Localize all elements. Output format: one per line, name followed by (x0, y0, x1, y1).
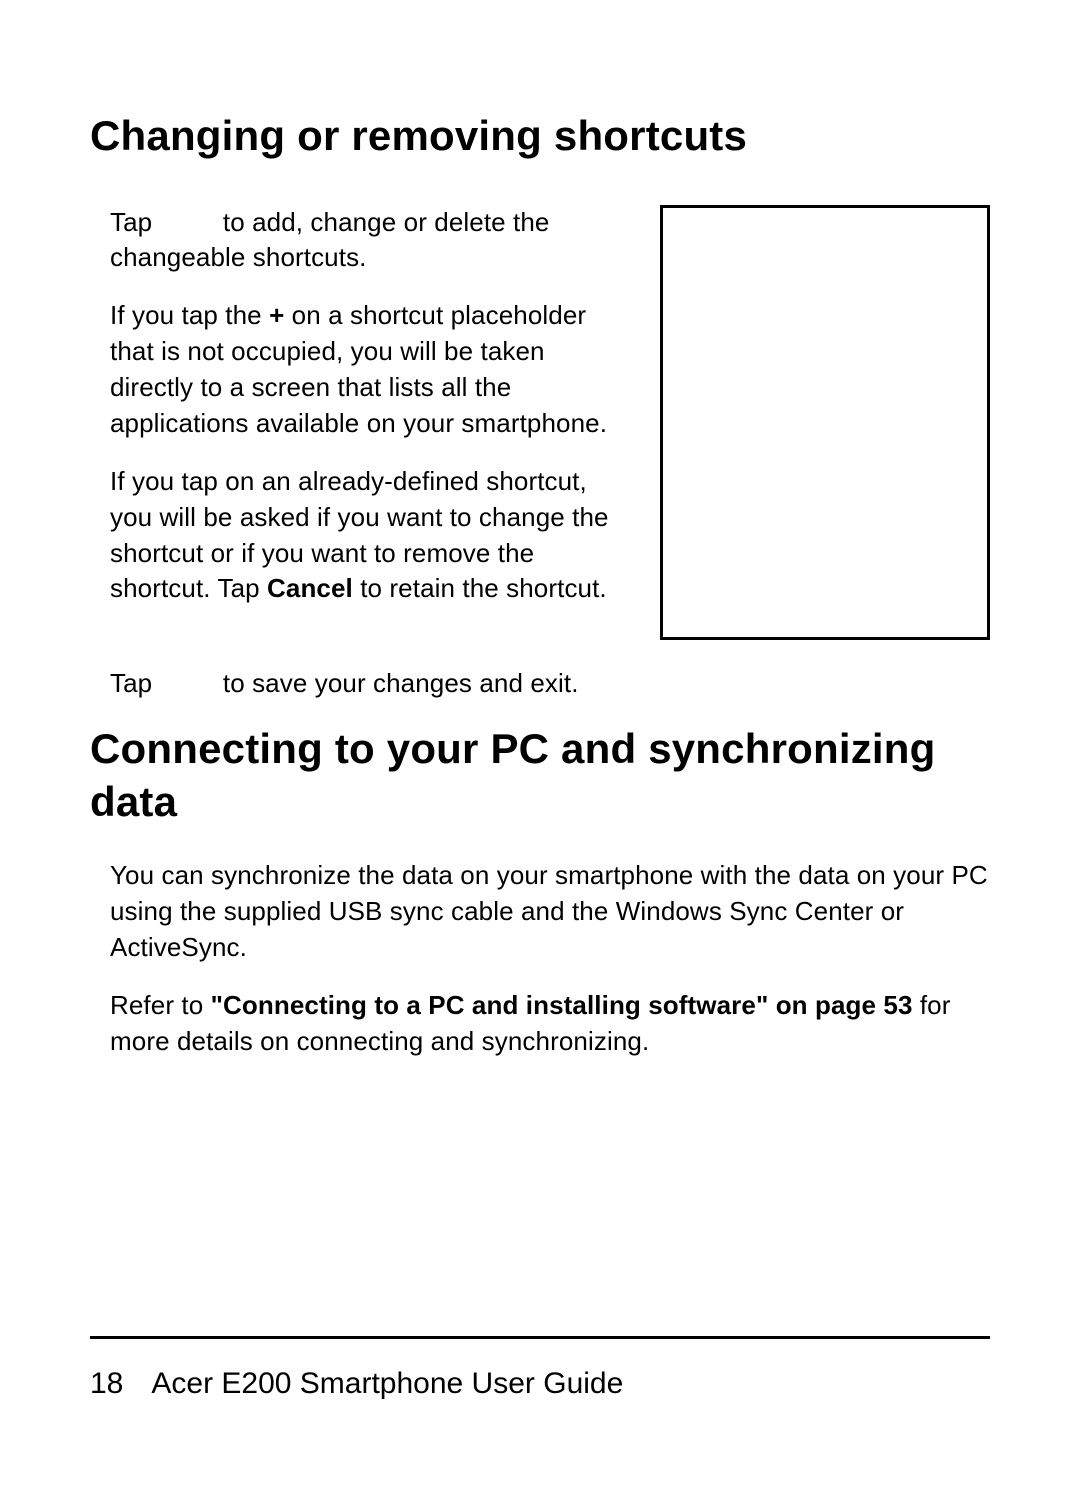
screenshot-placeholder (660, 205, 990, 640)
plus-icon: + (269, 300, 284, 330)
paragraph-save-exit: Tap to save your changes and exit. (90, 666, 990, 702)
text-fragment: Tap (110, 668, 160, 698)
left-text-column: Tap to add, change or delete the changea… (90, 205, 624, 630)
paragraph-tap-edit: Tap to add, change or delete the changea… (110, 205, 624, 277)
text-fragment: to save your changes and exit. (216, 668, 579, 698)
paragraph-sync-intro: You can synchronize the data on your sma… (90, 858, 990, 966)
two-column-layout: Tap to add, change or delete the changea… (90, 205, 990, 640)
text-fragment: to retain the shortcut. (353, 573, 607, 603)
text-fragment: Refer to (110, 990, 211, 1020)
page: Changing or removing shortcuts Tap to ad… (0, 0, 1080, 1489)
cross-reference: "Connecting to a PC and installing softw… (211, 990, 913, 1020)
text-fragment: Tap (110, 207, 160, 237)
heading-changing-shortcuts: Changing or removing shortcuts (90, 110, 990, 163)
text-fragment: to add, change or delete the changeable … (110, 207, 549, 273)
page-number: 18 (90, 1367, 123, 1401)
paragraph-refer-link: Refer to "Connecting to a PC and install… (90, 988, 990, 1060)
text-fragment: If you tap the (110, 300, 269, 330)
paragraph-defined-shortcut: If you tap on an already-defined shortcu… (110, 464, 624, 608)
heading-connecting-pc: Connecting to your PC and synchronizing … (90, 723, 990, 828)
footer-title: Acer E200 Smartphone User Guide (151, 1367, 623, 1401)
paragraph-plus-placeholder: If you tap the + on a shortcut placehold… (110, 298, 624, 442)
footer-rule (90, 1336, 990, 1339)
page-footer: 18 Acer E200 Smartphone User Guide (90, 1367, 623, 1401)
right-image-column (660, 205, 990, 640)
cancel-label: Cancel (267, 573, 353, 603)
